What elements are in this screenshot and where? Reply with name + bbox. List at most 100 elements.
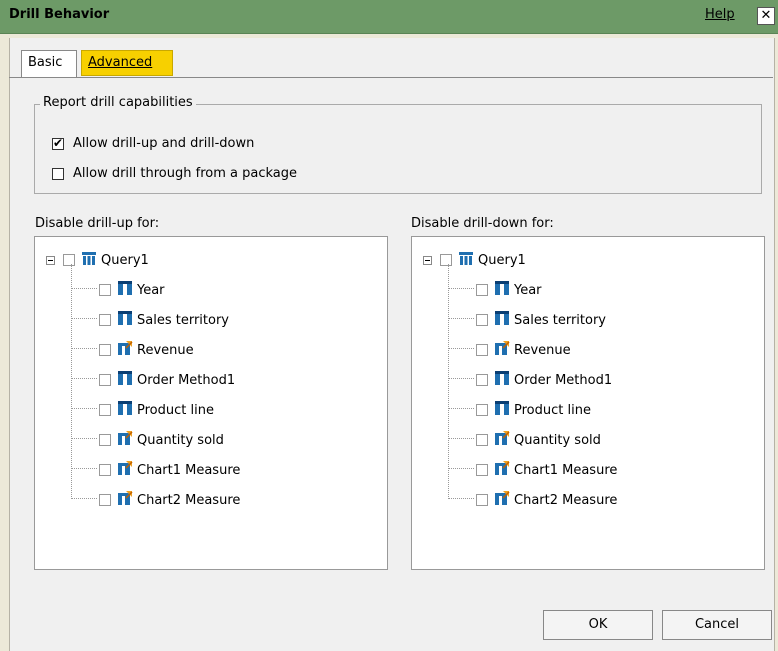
measure-icon	[494, 430, 514, 450]
collapse-icon[interactable]	[46, 255, 55, 265]
drill-up-query-label: Query1	[101, 252, 149, 268]
tree-branch-line	[448, 318, 474, 319]
allow-drill-through-label: Allow drill through from a package	[73, 166, 297, 181]
drill-up-item-checkbox[interactable]	[99, 374, 111, 386]
tree-branch-line	[71, 378, 97, 379]
level-icon	[494, 280, 514, 300]
drill-down-item-label: Order Method1	[514, 372, 613, 388]
allow-drill-through-checkbox[interactable]	[52, 167, 64, 180]
drill-down-item-label: Product line	[514, 402, 591, 418]
drill-down-item-checkbox[interactable]	[476, 404, 488, 416]
drill-up-query-checkbox[interactable]	[63, 254, 75, 266]
drill-down-item-checkbox[interactable]	[476, 374, 488, 386]
drill-down-tree-item[interactable]: Chart1 Measure	[476, 460, 617, 480]
query-icon	[81, 250, 101, 270]
drill-up-query-root[interactable]: Query1	[46, 250, 149, 270]
drill-down-tree-item[interactable]: Chart2 Measure	[476, 490, 617, 510]
collapse-icon[interactable]	[423, 255, 432, 265]
tab-divider	[9, 77, 773, 78]
tree-branch-line	[448, 438, 474, 439]
drill-down-item-checkbox[interactable]	[476, 464, 488, 476]
tree-branch-line	[71, 408, 97, 409]
drill-down-item-checkbox[interactable]	[476, 284, 488, 296]
tree-branch-line	[448, 378, 474, 379]
level-icon	[117, 370, 137, 390]
ok-button[interactable]: OK	[543, 610, 653, 640]
tree-branch-line	[71, 438, 97, 439]
drill-up-item-checkbox[interactable]	[99, 464, 111, 476]
drill-down-item-label: Revenue	[514, 342, 571, 358]
tree-branch-line	[71, 348, 97, 349]
tree-branch-line	[448, 288, 474, 289]
measure-icon	[117, 430, 137, 450]
tree-branch-line	[448, 468, 474, 469]
drill-down-tree-item[interactable]: Order Method1	[476, 370, 612, 390]
drill-up-tree-item[interactable]: Quantity sold	[99, 430, 224, 450]
tab-basic[interactable]: Basic	[21, 50, 77, 78]
tree-branch-line	[71, 288, 97, 289]
drill-down-item-checkbox[interactable]	[476, 314, 488, 326]
drill-down-item-label: Sales territory	[514, 312, 606, 328]
drill-up-item-checkbox[interactable]	[99, 494, 111, 506]
close-icon[interactable]: ✕	[757, 7, 775, 25]
tree-branch-line	[448, 408, 474, 409]
drill-up-item-label: Chart2 Measure	[137, 492, 241, 508]
tree-branch-line	[448, 498, 474, 499]
drill-up-tree-item[interactable]: Product line	[99, 400, 214, 420]
tree-branch-line	[448, 348, 474, 349]
drill-down-item-label: Chart1 Measure	[514, 462, 618, 478]
drill-up-item-checkbox[interactable]	[99, 344, 111, 356]
drill-down-query-root[interactable]: Query1	[423, 250, 526, 270]
drill-up-item-checkbox[interactable]	[99, 404, 111, 416]
disable-drill-up-label: Disable drill-up for:	[35, 216, 160, 231]
drill-up-item-label: Product line	[137, 402, 214, 418]
drill-down-item-label: Quantity sold	[514, 432, 601, 448]
drill-up-tree-item[interactable]: Year	[99, 280, 165, 300]
tree-branch-line	[71, 318, 97, 319]
drill-up-tree-item[interactable]: Chart2 Measure	[99, 490, 240, 510]
drill-up-tree-item[interactable]: Sales territory	[99, 310, 229, 330]
drill-down-tree-item[interactable]: Sales territory	[476, 310, 606, 330]
query-icon	[458, 250, 478, 270]
tree-connector-line	[71, 264, 72, 499]
cancel-button[interactable]: Cancel	[662, 610, 772, 640]
drill-up-item-checkbox[interactable]	[99, 434, 111, 446]
measure-icon	[494, 340, 514, 360]
tree-branch-line	[71, 498, 97, 499]
measure-icon	[494, 490, 514, 510]
drill-up-item-checkbox[interactable]	[99, 284, 111, 296]
drill-down-item-checkbox[interactable]	[476, 344, 488, 356]
drill-down-query-checkbox[interactable]	[440, 254, 452, 266]
drill-down-item-checkbox[interactable]	[476, 494, 488, 506]
level-icon	[494, 370, 514, 390]
tab-advanced[interactable]: Advanced	[81, 50, 173, 76]
help-link[interactable]: Help	[705, 7, 735, 22]
allow-drill-up-down-checkbox[interactable]	[52, 136, 64, 150]
drill-down-tree-item[interactable]: Revenue	[476, 340, 571, 360]
drill-up-item-label: Quantity sold	[137, 432, 224, 448]
drill-down-item-checkbox[interactable]	[476, 434, 488, 446]
drill-up-tree-item[interactable]: Order Method1	[99, 370, 235, 390]
drill-down-tree-item[interactable]: Quantity sold	[476, 430, 601, 450]
dialog-titlebar: Drill Behavior Help ✕	[0, 0, 778, 34]
level-icon	[494, 310, 514, 330]
drill-up-item-checkbox[interactable]	[99, 314, 111, 326]
level-icon	[117, 280, 137, 300]
drill-down-query-label: Query1	[478, 252, 526, 268]
allow-drill-up-down-option[interactable]: Allow drill-up and drill-down	[52, 136, 254, 151]
drill-down-tree-item[interactable]: Product line	[476, 400, 591, 420]
level-icon	[494, 400, 514, 420]
measure-icon	[494, 460, 514, 480]
drill-up-item-label: Order Method1	[137, 372, 236, 388]
dialog-title: Drill Behavior	[9, 7, 110, 22]
tree-connector-line	[448, 264, 449, 499]
drill-up-tree-item[interactable]: Chart1 Measure	[99, 460, 240, 480]
measure-icon	[117, 490, 137, 510]
drill-up-item-label: Chart1 Measure	[137, 462, 241, 478]
drill-down-tree-item[interactable]: Year	[476, 280, 542, 300]
allow-drill-up-down-label: Allow drill-up and drill-down	[73, 136, 255, 151]
tree-branch-line	[71, 468, 97, 469]
allow-drill-through-option[interactable]: Allow drill through from a package	[52, 166, 297, 181]
measure-icon	[117, 340, 137, 360]
drill-up-tree-item[interactable]: Revenue	[99, 340, 194, 360]
